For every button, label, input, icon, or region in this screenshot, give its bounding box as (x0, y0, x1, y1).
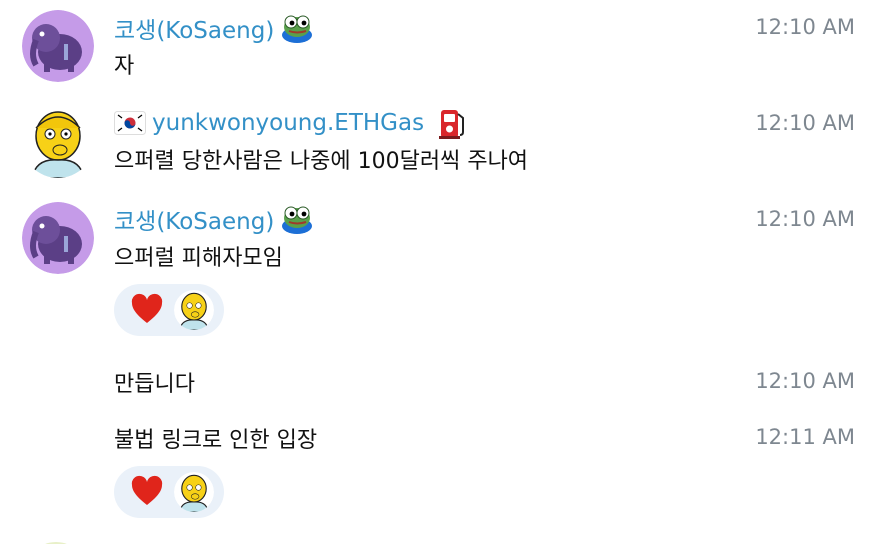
message-timestamp: 12:10 AM (755, 15, 855, 39)
message-text: 으퍼럴 피해자모임 (114, 246, 283, 271)
pepe-frog-icon (280, 13, 314, 43)
elephant-avatar-icon (22, 202, 94, 274)
reaction-chip[interactable] (114, 466, 224, 518)
cartoon-boy-avatar-icon (22, 106, 94, 178)
message-text: 자 (114, 54, 135, 79)
elephant-avatar-icon (22, 10, 94, 82)
heart-icon (130, 475, 164, 509)
message-timestamp: 12:11 AM (755, 425, 855, 449)
reactor-avatar (174, 290, 214, 330)
chat-message-list: 코생(KoSaeng) 12:10 AM 자 yunkwonyoung.ETHG… (0, 0, 882, 544)
sender-name-row: 코생(KoSaeng) (114, 12, 314, 44)
sender-name[interactable]: 코생(KoSaeng) (114, 202, 274, 236)
avatar-kosaeng[interactable] (22, 10, 94, 82)
next-avatar-peek (36, 536, 76, 544)
message-text: 불법 링크로 인한 입장 (114, 428, 318, 453)
next-badge-peek (482, 536, 538, 544)
reactor-avatar (174, 472, 214, 512)
korea-flag-icon (114, 111, 146, 135)
avatar-kosaeng[interactable] (22, 202, 94, 274)
avatar-yunkwonyoung[interactable] (22, 106, 94, 178)
sender-name[interactable]: 코생(KoSaeng) (114, 11, 274, 45)
gas-pump-icon (438, 106, 468, 140)
pepe-frog-icon (280, 204, 314, 234)
message-text: 만듭니다 (114, 372, 195, 397)
reaction-chip[interactable] (114, 284, 224, 336)
message-timestamp: 12:10 AM (755, 207, 855, 231)
heart-icon (130, 293, 164, 327)
message-timestamp: 12:10 AM (755, 369, 855, 393)
sender-name[interactable]: yunkwonyoung.ETHGas (152, 110, 424, 136)
message-text: 으퍼렬 당한사람은 나중에 100달러씩 주나여 (114, 149, 529, 174)
sender-name-row: 코생(KoSaeng) (114, 203, 314, 235)
message-timestamp: 12:10 AM (755, 111, 855, 135)
sender-name-row: yunkwonyoung.ETHGas (114, 107, 468, 139)
